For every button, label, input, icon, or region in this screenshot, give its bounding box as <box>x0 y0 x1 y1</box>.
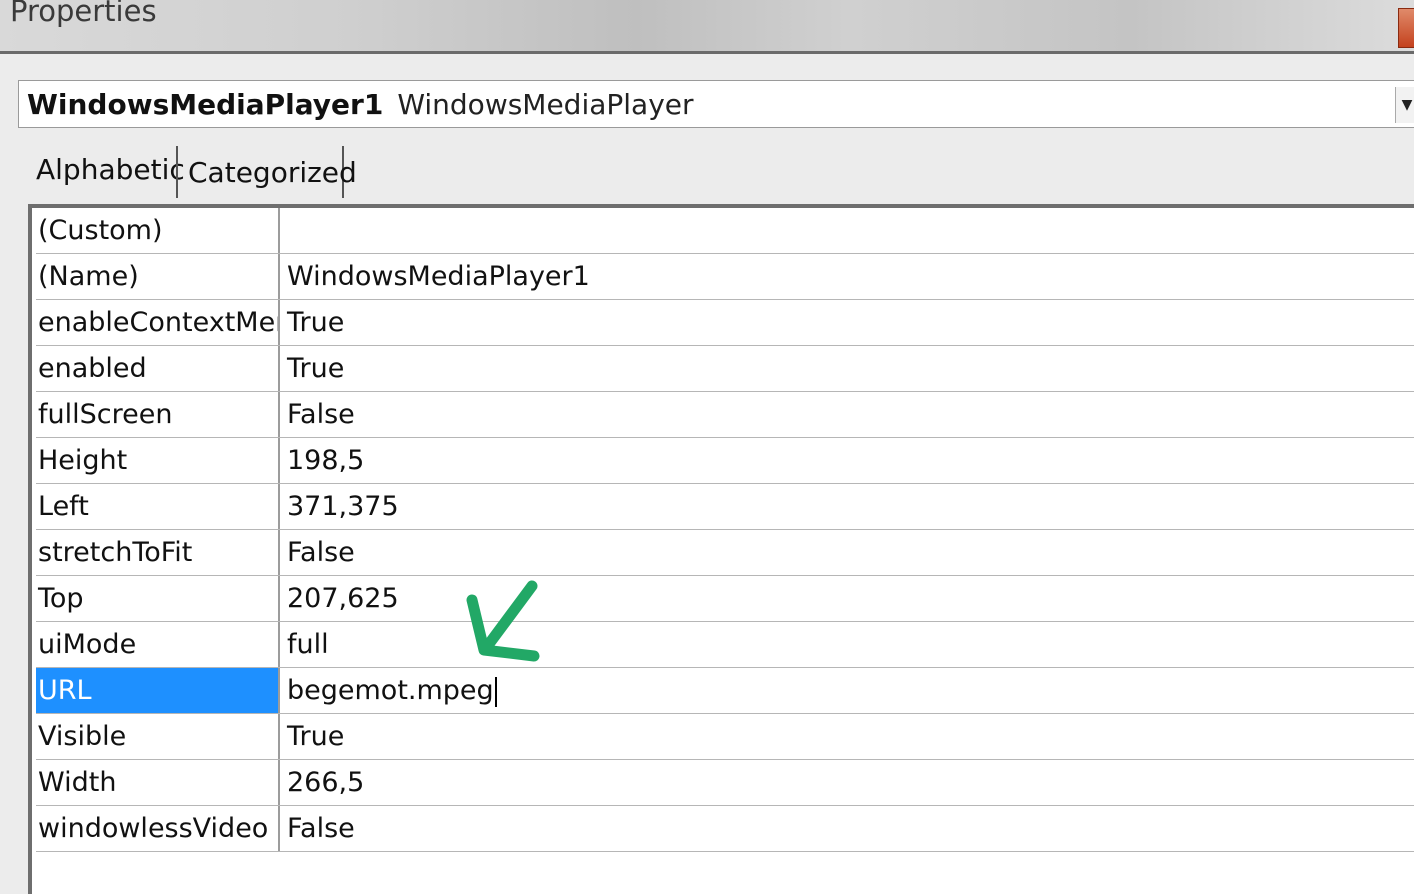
property-row[interactable]: enableContextMenu True <box>36 300 1414 346</box>
property-value[interactable]: True <box>282 714 344 759</box>
property-value[interactable]: True <box>282 346 344 391</box>
text-caret <box>494 676 497 707</box>
property-name: enabled <box>36 346 280 391</box>
property-value[interactable]: WindowsMediaPlayer1 <box>282 254 590 299</box>
tab-alphabetic[interactable]: Alphabetic <box>30 140 185 198</box>
property-value[interactable]: full <box>282 622 329 667</box>
property-row[interactable]: uiMode full <box>36 622 1414 668</box>
property-value[interactable] <box>282 208 287 253</box>
property-name: Left <box>36 484 280 529</box>
property-value[interactable]: 266,5 <box>282 760 364 805</box>
property-value[interactable]: False <box>282 530 355 575</box>
property-row-selected[interactable]: URL begemot.mpeg <box>36 668 1414 714</box>
property-row[interactable]: fullScreen False <box>36 392 1414 438</box>
property-value[interactable]: False <box>282 806 355 851</box>
property-row[interactable]: Top 207,625 <box>36 576 1414 622</box>
chevron-down-icon[interactable]: ▼ <box>1395 87 1414 123</box>
object-name: WindowsMediaPlayer1 <box>27 87 384 121</box>
object-selector[interactable]: WindowsMediaPlayer1 WindowsMediaPlayer ▼ <box>18 80 1414 128</box>
property-name: enableContextMenu <box>36 300 280 345</box>
property-name: fullScreen <box>36 392 280 437</box>
property-value[interactable]: 207,625 <box>282 576 399 621</box>
green-check-arrow-icon <box>466 580 540 662</box>
property-name: windowlessVideo <box>36 806 280 851</box>
property-row[interactable]: Height 198,5 <box>36 438 1414 484</box>
property-value[interactable]: 198,5 <box>282 438 364 483</box>
property-name: Top <box>36 576 280 621</box>
property-value[interactable]: 371,375 <box>282 484 399 529</box>
property-row[interactable]: (Custom) <box>36 208 1414 254</box>
property-name: (Name) <box>36 254 280 299</box>
property-row[interactable]: (Name) WindowsMediaPlayer1 <box>36 254 1414 300</box>
property-row[interactable]: Width 266,5 <box>36 760 1414 806</box>
title-bar: Properties <box>0 0 1414 54</box>
property-name: URL <box>36 668 280 713</box>
property-row[interactable]: enabled True <box>36 346 1414 392</box>
property-name: Visible <box>36 714 280 759</box>
close-button[interactable] <box>1398 8 1414 48</box>
property-row[interactable]: Visible True <box>36 714 1414 760</box>
property-value[interactable]: False <box>282 392 355 437</box>
object-type: WindowsMediaPlayer <box>397 87 694 121</box>
property-row[interactable]: stretchToFit False <box>36 530 1414 576</box>
property-name: uiMode <box>36 622 280 667</box>
property-row[interactable]: windowlessVideo False <box>36 806 1414 852</box>
property-grid: (Custom) (Name) WindowsMediaPlayer1 enab… <box>28 204 1414 894</box>
property-value-editor[interactable]: begemot.mpeg <box>282 668 497 713</box>
property-name: (Custom) <box>36 208 280 253</box>
tab-categorized[interactable]: Categorized <box>176 146 357 198</box>
property-name: stretchToFit <box>36 530 280 575</box>
property-name: Height <box>36 438 280 483</box>
property-value[interactable]: True <box>282 300 344 345</box>
property-row[interactable]: Left 371,375 <box>36 484 1414 530</box>
property-value-text[interactable]: begemot.mpeg <box>287 675 494 706</box>
window-title: Properties <box>10 0 157 28</box>
property-name: Width <box>36 760 280 805</box>
